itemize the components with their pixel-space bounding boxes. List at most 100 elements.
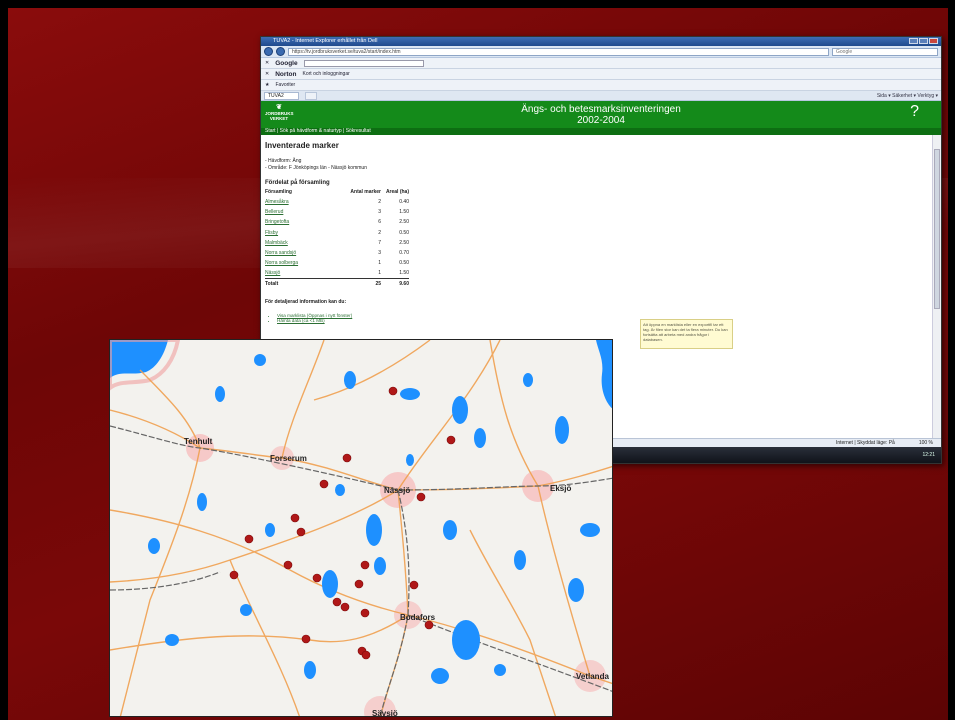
table-row: Bringetofta 6 2.50 — [265, 217, 409, 227]
info-title: För detaljerad information kan du: — [265, 298, 347, 305]
survey-marker[interactable] — [301, 634, 311, 644]
lake — [568, 578, 584, 602]
survey-marker[interactable] — [319, 479, 329, 489]
site-title-line1: Ängs- och betesmarksinventeringen — [521, 104, 681, 115]
count-cell: 3 — [378, 209, 381, 216]
table-row: Malmbäck 7 2.50 — [265, 238, 409, 248]
back-icon[interactable] — [264, 47, 273, 56]
lake — [304, 661, 316, 679]
address-bar[interactable]: https://tv.jordbruksverket.se/tuva2/star… — [288, 47, 829, 56]
count-cell: 6 — [378, 219, 381, 226]
place-label-bodafors: Bodafors — [400, 613, 436, 622]
parish-link[interactable]: Norra sandsjö — [265, 248, 329, 258]
survey-marker[interactable] — [446, 435, 456, 445]
lake — [254, 354, 266, 366]
survey-marker[interactable] — [296, 527, 306, 537]
survey-map: Tenhult Forserum Nässjö Eksjö Bodafors S… — [109, 339, 613, 717]
survey-marker[interactable] — [416, 492, 426, 502]
column-header-parish: Församling — [265, 189, 292, 195]
survey-marker[interactable] — [354, 579, 364, 589]
lake — [431, 668, 449, 684]
status-zone: Internet | Skyddat läge: På — [835, 440, 895, 446]
survey-marker[interactable] — [342, 453, 352, 463]
road — [229, 559, 301, 716]
lake-east — [596, 340, 612, 409]
column-header-count: Antal marker — [350, 189, 381, 195]
minimize-icon[interactable] — [909, 38, 918, 44]
help-icon[interactable]: ? — [910, 103, 919, 121]
lake — [400, 388, 420, 400]
lake — [523, 373, 533, 387]
zoom-level[interactable]: 100 % — [919, 439, 933, 447]
search-input[interactable]: Google — [832, 47, 938, 56]
filter-omrade: - Område: F Jönköpings län - Nässjö komm… — [265, 165, 367, 171]
road — [119, 447, 201, 716]
lake — [452, 620, 480, 660]
lake — [335, 484, 345, 496]
survey-marker[interactable] — [290, 513, 300, 523]
parish-link[interactable]: Norra solberga — [265, 258, 329, 268]
parish-link[interactable]: Nässjö — [265, 268, 329, 278]
survey-marker[interactable] — [409, 580, 419, 590]
close-toolbar-icon[interactable]: ✕ — [265, 60, 269, 66]
place-label-eksjo: Eksjö — [550, 484, 571, 493]
site-nav[interactable]: Start | Sök på hävdform & naturtyp | Sök… — [261, 128, 941, 135]
forward-icon[interactable] — [276, 47, 285, 56]
window-titlebar: TUVA2 - Internet Explorer erhållet från … — [261, 37, 941, 46]
lake — [344, 371, 356, 389]
survey-marker[interactable] — [283, 560, 293, 570]
place-label-vetlanda: Vetlanda — [576, 672, 609, 681]
slide-background: TUVA2 - Internet Explorer erhållet från … — [8, 8, 948, 720]
parish-link[interactable]: Flisby — [265, 228, 329, 238]
area-cell: 1.50 — [399, 270, 409, 277]
count-cell: 2 — [378, 229, 381, 236]
survey-marker[interactable] — [424, 620, 434, 630]
parish-link[interactable]: Malmbäck — [265, 238, 329, 248]
railway-network — [110, 425, 612, 716]
lake — [494, 664, 506, 676]
table-row: Bellerud 3 1.50 — [265, 207, 409, 217]
table-row: Norra sandsjö 3 0.70 — [265, 248, 409, 258]
survey-marker[interactable] — [332, 597, 342, 607]
lake — [366, 514, 382, 546]
area-cell: 0.40 — [399, 199, 409, 206]
close-norton-icon[interactable]: ✕ — [265, 71, 269, 77]
area-cell: 2.50 — [399, 239, 409, 246]
road — [110, 489, 399, 583]
survey-marker[interactable] — [388, 386, 398, 396]
parish-link[interactable]: Bellerud — [265, 207, 329, 217]
survey-marker[interactable] — [361, 650, 371, 660]
survey-marker[interactable] — [360, 608, 370, 618]
toolbar-search-input[interactable] — [303, 59, 424, 67]
new-tab-button[interactable] — [304, 91, 317, 100]
survey-marker[interactable] — [360, 560, 370, 570]
favorites-star-icon[interactable]: ★ — [265, 82, 269, 88]
survey-marker[interactable] — [229, 570, 239, 580]
survey-marker[interactable] — [244, 534, 254, 544]
count-cell: 1 — [378, 260, 381, 267]
area-cell: 2.50 — [399, 219, 409, 226]
norton-brand[interactable]: Norton — [275, 71, 296, 78]
maximize-icon[interactable] — [919, 38, 928, 44]
google-toolbar-brand[interactable]: Google — [275, 60, 297, 67]
road — [469, 529, 557, 716]
parish-link[interactable]: Almesåkra — [265, 197, 329, 207]
norton-login[interactable]: Kort och inloggningar — [303, 71, 350, 77]
lake — [148, 538, 160, 554]
close-icon[interactable] — [929, 38, 938, 44]
tab-tuva2[interactable]: TUVA2 — [264, 91, 299, 100]
page-title: Inventerade marker — [265, 141, 339, 150]
survey-marker[interactable] — [340, 602, 350, 612]
window-controls — [909, 38, 938, 44]
table-row: Norra solberga 1 0.50 — [265, 258, 409, 268]
download-data-link[interactable]: Hämta data (ca <1 MB) — [277, 318, 929, 323]
command-bar[interactable]: Sida ▾ Säkerhet ▾ Verktyg ▾ — [877, 93, 938, 99]
scrollbar-thumb[interactable] — [934, 149, 940, 309]
survey-marker[interactable] — [312, 573, 322, 583]
favorites-label[interactable]: Favoriter — [275, 82, 295, 88]
page-scrollbar[interactable] — [932, 135, 941, 438]
norton-toolbar: ✕ Norton Kort och inloggningar — [261, 69, 941, 80]
site-title-line2: 2002-2004 — [577, 115, 625, 126]
parish-link[interactable]: Bringetofta — [265, 217, 329, 227]
lake — [443, 520, 457, 540]
